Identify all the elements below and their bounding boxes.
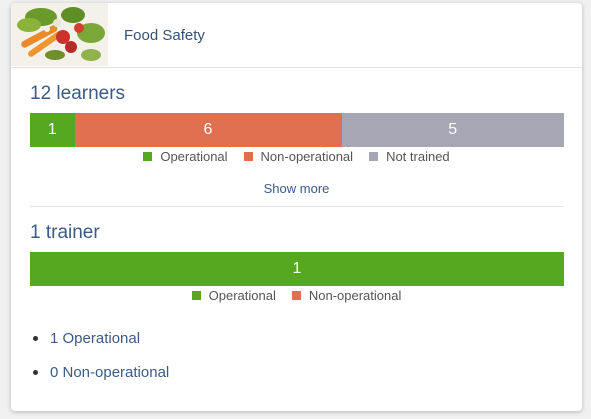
legend-item-not-trained: Not trained	[369, 149, 450, 164]
learners-legend: Operational Non-operational Not trained	[11, 149, 582, 164]
vegetables-image[interactable]	[11, 3, 108, 66]
show-more-link[interactable]: Show more	[11, 181, 582, 196]
learners-bar-segment-non-operational[interactable]: 6	[74, 113, 342, 147]
legend-swatch	[369, 152, 379, 161]
card-header: Food Safety	[11, 3, 582, 68]
course-title[interactable]: Food Safety	[124, 27, 205, 44]
section-divider	[30, 206, 564, 207]
list-item[interactable]: 1 Operational	[33, 321, 169, 355]
trainers-title: 1 trainer	[30, 222, 100, 243]
legend-item-non-operational: Non-operational	[243, 149, 354, 164]
learners-bar-segment-operational[interactable]: 1	[30, 113, 75, 147]
legend-swatch	[291, 291, 301, 300]
legend-label: Non-operational	[308, 288, 402, 303]
trainers-status-bar: 1	[30, 252, 564, 286]
legend-swatch	[243, 152, 253, 161]
legend-swatch	[191, 291, 201, 300]
learners-status-bar: 165	[30, 113, 564, 147]
list-item-label[interactable]: 0 Non-operational	[50, 364, 169, 381]
legend-label: Not trained	[386, 149, 450, 164]
course-card: Food Safety 12 learners 165 Operational N…	[11, 3, 582, 411]
legend-item-non-operational: Non-operational	[291, 288, 402, 303]
trainers-legend: Operational Non-operational	[11, 288, 582, 303]
bullet-icon	[33, 369, 38, 375]
list-item-label[interactable]: 1 Operational	[50, 330, 140, 347]
legend-label: Operational	[208, 288, 276, 303]
legend-label: Non-operational	[260, 149, 354, 164]
legend-swatch	[143, 152, 153, 161]
trainer-status-list: 1 Operational 0 Non-operational	[33, 321, 169, 389]
list-item[interactable]: 0 Non-operational	[33, 355, 169, 389]
legend-label: Operational	[160, 149, 228, 164]
trainers-bar-segment-operational[interactable]: 1	[30, 252, 564, 286]
legend-item-operational: Operational	[191, 288, 276, 303]
bullet-icon	[33, 335, 38, 341]
learners-bar-segment-not-trained[interactable]: 5	[341, 113, 564, 147]
legend-item-operational: Operational	[143, 149, 228, 164]
learners-title: 12 learners	[30, 83, 126, 104]
